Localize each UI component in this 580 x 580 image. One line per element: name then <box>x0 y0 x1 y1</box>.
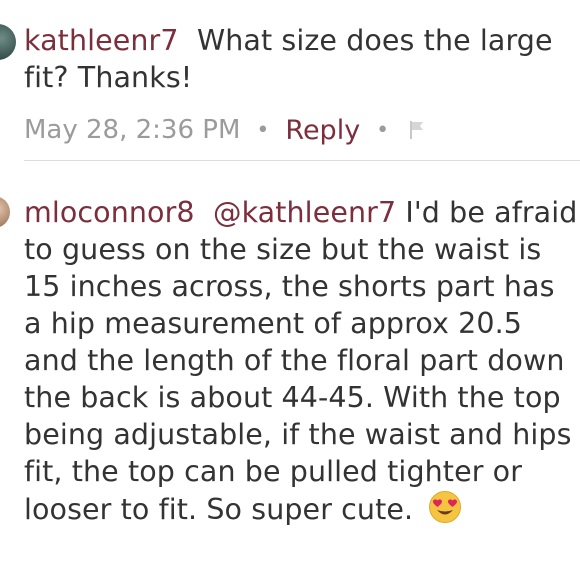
comment-timestamp: May 28, 2:36 PM <box>24 115 241 145</box>
comment-username[interactable]: kathleenr7 <box>24 24 179 57</box>
separator-dot: • <box>256 117 270 143</box>
avatar[interactable] <box>0 24 16 60</box>
mention-link[interactable]: @kathleenr7 <box>213 196 396 229</box>
comment-meta: May 28, 2:36 PM • Reply • <box>24 110 425 150</box>
separator-dot: • <box>376 117 390 143</box>
comment-username[interactable]: mloconnor8 <box>24 196 195 229</box>
flag-icon[interactable] <box>409 120 425 140</box>
avatar[interactable] <box>0 196 10 228</box>
reply-button[interactable]: Reply <box>285 115 360 146</box>
comment-1: kathleenr7 What size does the large fit?… <box>24 22 580 96</box>
comment-text: I'd be afraid to guess on the size but t… <box>24 196 578 526</box>
divider <box>24 160 580 161</box>
heart-eyes-emoji-icon <box>428 490 462 524</box>
comment-2: mloconnor8 @kathleenr7 I'd be afraid to … <box>24 194 580 528</box>
